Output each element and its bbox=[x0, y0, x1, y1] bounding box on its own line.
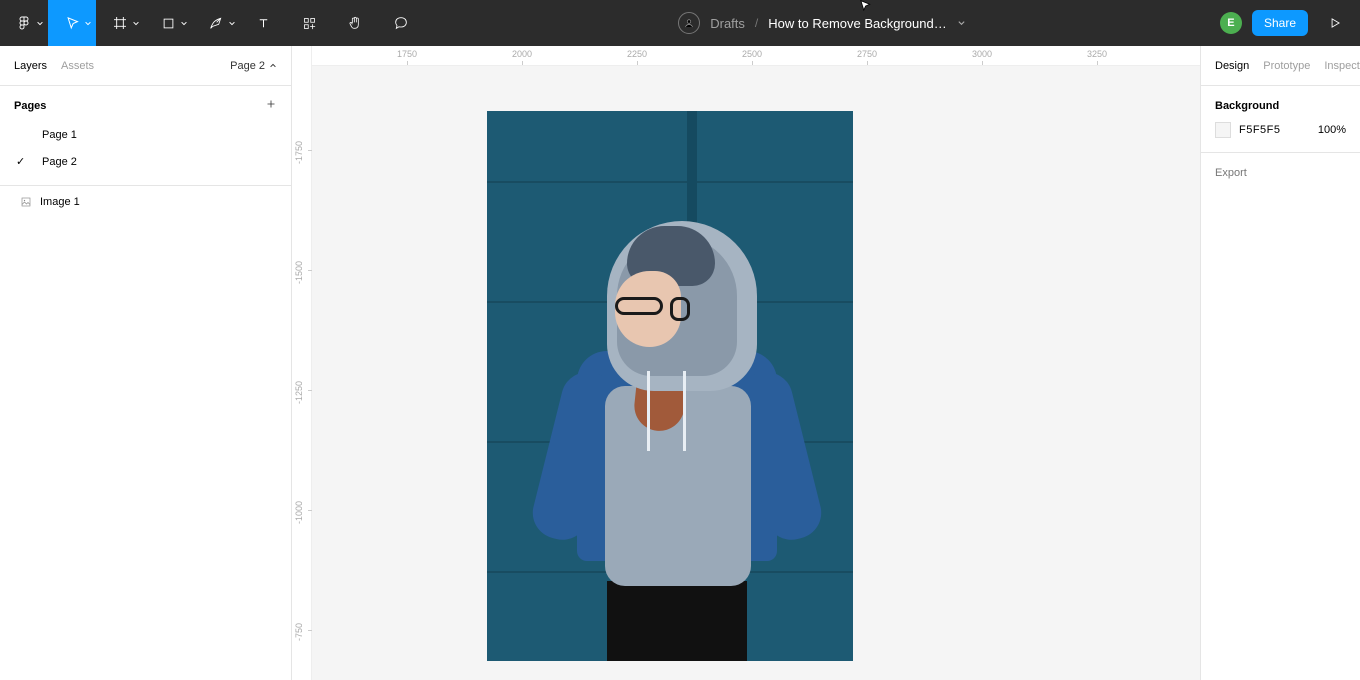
tab-prototype[interactable]: Prototype bbox=[1263, 60, 1310, 72]
breadcrumb-project[interactable]: Drafts bbox=[710, 16, 745, 31]
ruler-label: -1250 bbox=[294, 381, 304, 404]
canvas-stage[interactable] bbox=[312, 66, 1200, 680]
pages-section: Pages ✓ Page 1 ✓ Page 2 bbox=[0, 86, 291, 186]
right-panel: Design Prototype Inspect Background F5F5… bbox=[1200, 46, 1360, 680]
toolbar-left bbox=[0, 0, 424, 46]
chevron-up-icon bbox=[269, 62, 277, 70]
comment-icon bbox=[393, 15, 409, 31]
layer-item-label: Image 1 bbox=[40, 196, 80, 208]
text-tool-button[interactable] bbox=[240, 0, 286, 46]
top-toolbar: Drafts / How to Remove Background… E Sha… bbox=[0, 0, 1360, 46]
ruler-label: 2250 bbox=[627, 49, 647, 59]
pen-icon bbox=[208, 15, 224, 31]
left-panel-tabs: Layers Assets Page 2 bbox=[0, 46, 291, 86]
tab-layers[interactable]: Layers bbox=[14, 60, 47, 72]
ruler-label: 2000 bbox=[512, 49, 532, 59]
chevron-down-icon bbox=[180, 16, 188, 30]
move-tool-button[interactable] bbox=[48, 0, 96, 46]
background-section-title: Background bbox=[1201, 86, 1360, 122]
main-menu-button[interactable] bbox=[0, 0, 48, 46]
check-icon: ✓ bbox=[16, 155, 30, 168]
user-avatar[interactable]: E bbox=[1220, 12, 1242, 34]
owner-avatar-icon bbox=[678, 12, 700, 34]
ruler-label: 3250 bbox=[1087, 49, 1107, 59]
frame-icon bbox=[112, 15, 128, 31]
color-swatch[interactable] bbox=[1215, 122, 1231, 138]
left-panel: Layers Assets Page 2 Pages ✓ Page 1 bbox=[0, 46, 292, 680]
page-item[interactable]: ✓ Page 2 bbox=[0, 148, 291, 175]
comment-tool-button[interactable] bbox=[378, 0, 424, 46]
breadcrumb-separator: / bbox=[755, 16, 758, 30]
ruler-label: -1500 bbox=[294, 261, 304, 284]
tab-inspect[interactable]: Inspect bbox=[1324, 60, 1359, 72]
background-opacity[interactable]: 100% bbox=[1318, 124, 1346, 136]
page-selector[interactable]: Page 2 bbox=[230, 60, 277, 72]
share-button[interactable]: Share bbox=[1252, 10, 1308, 36]
canvas-image[interactable] bbox=[487, 111, 853, 661]
hand-tool-button[interactable] bbox=[332, 0, 378, 46]
breadcrumb[interactable]: Drafts / How to Remove Background… bbox=[678, 12, 966, 34]
page-item-label: Page 1 bbox=[42, 129, 77, 141]
text-icon bbox=[256, 16, 271, 31]
add-page-button[interactable] bbox=[265, 98, 277, 113]
chevron-down-icon bbox=[132, 16, 140, 30]
tab-design[interactable]: Design bbox=[1215, 60, 1249, 72]
right-panel-tabs: Design Prototype Inspect bbox=[1201, 46, 1360, 86]
image-layer-icon bbox=[20, 196, 32, 208]
ruler-label: 2500 bbox=[742, 49, 762, 59]
page-item[interactable]: ✓ Page 1 bbox=[0, 121, 291, 148]
pages-heading: Pages bbox=[14, 100, 46, 112]
page-item-label: Page 2 bbox=[42, 156, 77, 168]
frame-tool-button[interactable] bbox=[96, 0, 144, 46]
canvas[interactable]: -1750 -1500 -1250 -1000 -750 1750 2000 2… bbox=[292, 46, 1200, 680]
vertical-ruler: -1750 -1500 -1250 -1000 -750 bbox=[292, 46, 312, 680]
figma-logo-icon bbox=[16, 15, 32, 31]
ruler-label: -1000 bbox=[294, 501, 304, 524]
pen-tool-button[interactable] bbox=[192, 0, 240, 46]
page-selector-label: Page 2 bbox=[230, 60, 265, 72]
shape-tool-button[interactable] bbox=[144, 0, 192, 46]
plus-icon bbox=[265, 98, 277, 110]
resources-tool-button[interactable] bbox=[286, 0, 332, 46]
ruler-label: -1750 bbox=[294, 141, 304, 164]
background-hex[interactable]: F5F5F5 bbox=[1239, 124, 1281, 136]
toolbar-right: E Share bbox=[1220, 0, 1360, 46]
hand-icon bbox=[347, 15, 363, 31]
tab-assets[interactable]: Assets bbox=[61, 60, 94, 72]
horizontal-ruler: 1750 2000 2250 2500 2750 3000 3250 bbox=[312, 46, 1200, 66]
play-icon bbox=[1328, 16, 1342, 30]
chevron-down-icon bbox=[36, 16, 44, 30]
resources-icon bbox=[302, 16, 317, 31]
ruler-label: -750 bbox=[294, 623, 304, 641]
present-button[interactable] bbox=[1318, 0, 1352, 46]
chevron-down-icon bbox=[84, 16, 92, 30]
export-section[interactable]: Export bbox=[1201, 153, 1360, 193]
export-label: Export bbox=[1215, 167, 1247, 179]
chevron-down-icon[interactable] bbox=[957, 16, 966, 30]
ruler-label: 2750 bbox=[857, 49, 877, 59]
background-color-row[interactable]: F5F5F5 100% bbox=[1201, 122, 1360, 152]
chevron-down-icon bbox=[228, 16, 236, 30]
ruler-label: 3000 bbox=[972, 49, 992, 59]
cursor-icon bbox=[65, 16, 80, 31]
layer-item[interactable]: Image 1 bbox=[0, 186, 291, 215]
breadcrumb-file[interactable]: How to Remove Background… bbox=[768, 16, 946, 31]
rectangle-icon bbox=[161, 16, 176, 31]
ruler-label: 1750 bbox=[397, 49, 417, 59]
